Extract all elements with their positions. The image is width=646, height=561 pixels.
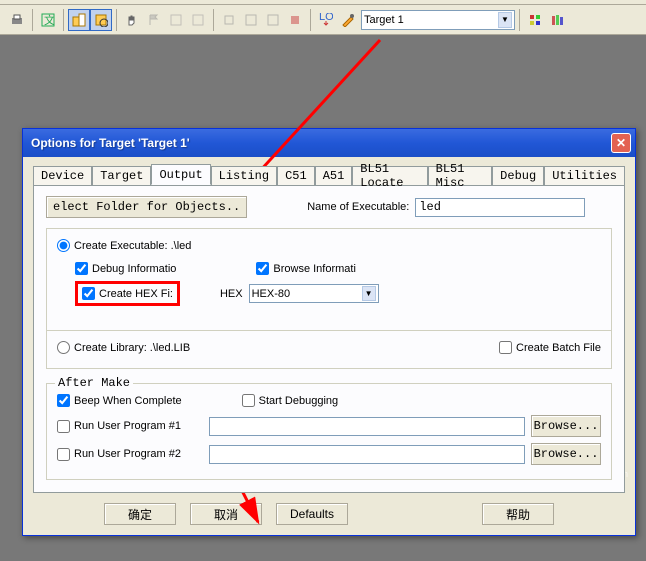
manage-icon[interactable] <box>524 9 546 31</box>
tool-icon-1[interactable] <box>165 9 187 31</box>
rebuild-icon[interactable] <box>240 9 262 31</box>
output-tab-panel: elect Folder for Objects.. Name of Execu… <box>33 185 625 493</box>
create-executable-label: Create Executable: .\led <box>74 240 191 252</box>
tool-icon-2[interactable] <box>187 9 209 31</box>
dialog-tabs: Device Target Output Listing C51 A51 BL5… <box>33 166 625 186</box>
dialog-titlebar: Options for Target 'Target 1' ✕ <box>23 129 635 157</box>
tab-bl51-misc[interactable]: BL51 Misc <box>428 166 493 185</box>
cancel-button[interactable]: 取消 <box>190 503 262 525</box>
defaults-button[interactable]: Defaults <box>276 503 348 525</box>
hand-icon[interactable] <box>121 9 143 31</box>
books-window-icon[interactable] <box>90 9 112 31</box>
chevron-down-icon[interactable]: ▼ <box>498 12 512 28</box>
hex-format-combo[interactable]: HEX-80 ▼ <box>249 284 379 303</box>
build-all-icon[interactable] <box>262 9 284 31</box>
chevron-down-icon[interactable]: ▼ <box>362 286 376 301</box>
executable-name-field[interactable] <box>415 198 585 217</box>
tab-listing[interactable]: Listing <box>211 166 277 185</box>
select-folder-button[interactable]: elect Folder for Objects.. <box>46 196 247 218</box>
close-icon[interactable]: ✕ <box>611 133 631 153</box>
project-window-icon[interactable] <box>68 9 90 31</box>
create-hex-checkbox[interactable]: Create HEX Fi: <box>75 281 180 306</box>
print-icon[interactable] <box>6 9 28 31</box>
create-batch-checkbox[interactable]: Create Batch File <box>499 341 601 354</box>
after-make-title: After Make <box>55 376 133 390</box>
hex-format-value: HEX-80 <box>252 288 291 300</box>
tab-target[interactable]: Target <box>92 166 151 185</box>
target-select-combo[interactable]: Target 1 ▼ <box>361 10 515 30</box>
run-user1-field[interactable] <box>209 417 525 436</box>
run-user2-checkbox[interactable]: Run User Program #2 <box>57 448 209 461</box>
ok-button[interactable]: 确定 <box>104 503 176 525</box>
browse-user2-button[interactable]: Browse... <box>531 443 601 465</box>
flag-icon[interactable] <box>143 9 165 31</box>
tab-bl51-locate[interactable]: BL51 Locate <box>352 166 427 185</box>
target-select-value: Target 1 <box>364 14 404 26</box>
build-icon[interactable] <box>218 9 240 31</box>
tab-a51[interactable]: A51 <box>315 166 353 185</box>
browse-info-checkbox[interactable]: Browse Informati <box>256 262 356 275</box>
options-dialog: Options for Target 'Target 1' ✕ Device T… <box>22 128 636 536</box>
create-executable-radio[interactable]: Create Executable: .\led <box>57 239 601 252</box>
main-toolbar: 文 LOAD Target 1 ▼ <box>0 5 646 35</box>
run-user2-field[interactable] <box>209 445 525 464</box>
tab-c51[interactable]: C51 <box>277 166 315 185</box>
debug-info-checkbox[interactable]: Debug Informatio <box>75 262 176 275</box>
help-button[interactable]: 帮助 <box>482 503 554 525</box>
stop-build-icon[interactable] <box>284 9 306 31</box>
run-user1-checkbox[interactable]: Run User Program #1 <box>57 420 209 433</box>
dialog-title: Options for Target 'Target 1' <box>31 136 190 150</box>
tab-device[interactable]: Device <box>33 166 92 185</box>
tab-output[interactable]: Output <box>151 164 210 185</box>
options-icon[interactable] <box>337 9 359 31</box>
manage-books-icon[interactable] <box>546 9 568 31</box>
hex-label: HEX <box>220 288 243 300</box>
name-executable-label: Name of Executable: <box>307 201 409 213</box>
download-icon[interactable]: LOAD <box>315 9 337 31</box>
beep-checkbox[interactable]: Beep When Complete <box>57 394 182 407</box>
translate-icon[interactable]: 文 <box>37 9 59 31</box>
browse-user1-button[interactable]: Browse... <box>531 415 601 437</box>
create-library-radio[interactable]: Create Library: .\led.LIB <box>57 341 190 354</box>
tab-debug[interactable]: Debug <box>492 166 544 185</box>
tab-utilities[interactable]: Utilities <box>544 166 625 185</box>
start-debug-checkbox[interactable]: Start Debugging <box>242 394 339 407</box>
svg-text:文: 文 <box>44 13 55 27</box>
